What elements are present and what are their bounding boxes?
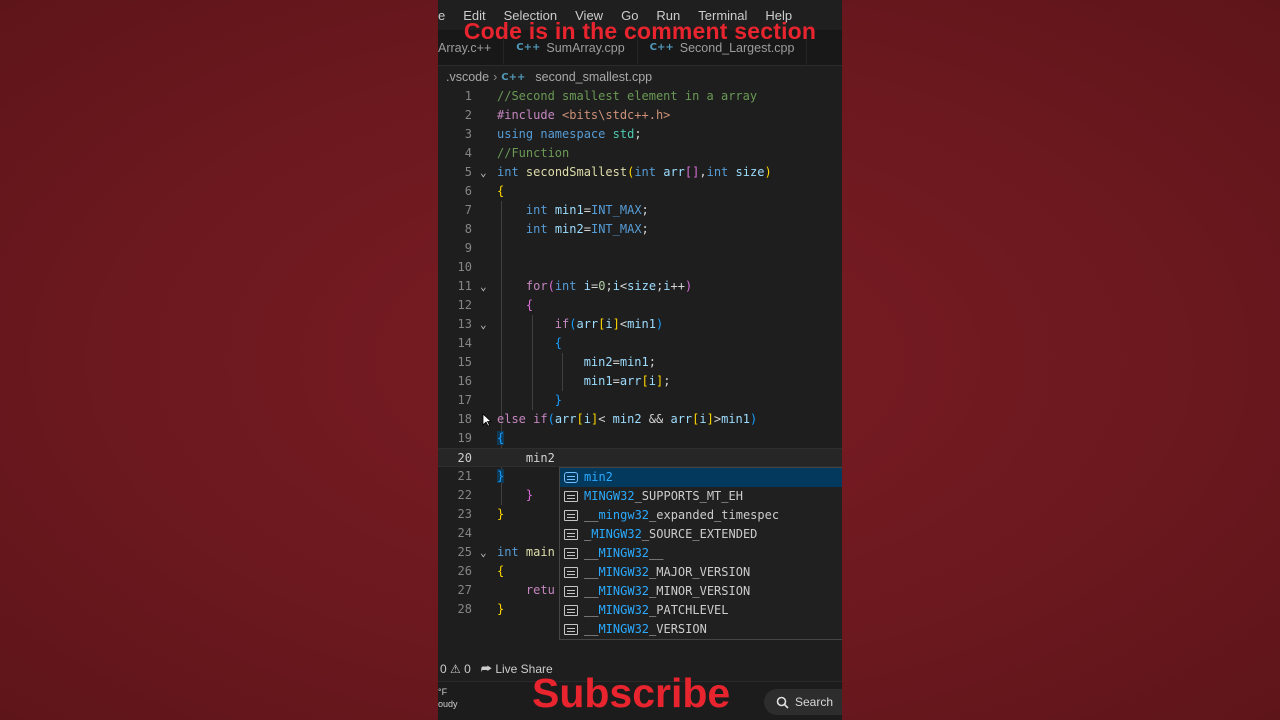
line-number: 7 <box>464 203 472 217</box>
code-line: 11 ⌄ for(int i=0;i<size;i++) <box>438 277 842 296</box>
taskbar-search[interactable]: Search <box>764 689 842 715</box>
live-share-icon: ⮫ <box>480 661 496 676</box>
suggestion-item[interactable]: __MINGW32_VERSION <box>560 620 842 639</box>
chevron-right-icon: › <box>493 70 498 84</box>
line-number: 9 <box>464 241 472 255</box>
warning-icon: ⚠ <box>450 662 465 676</box>
struct-icon <box>564 510 578 521</box>
text-icon <box>564 567 578 578</box>
problems-indicator[interactable]: 0 ⚠ 0 <box>440 662 471 676</box>
cpp-icon: C++ <box>501 71 526 83</box>
code-line: 16 min1=arr[i]; <box>438 372 842 391</box>
code-line: 17 } <box>438 391 842 410</box>
line-number: 8 <box>464 222 472 236</box>
suggestion-item[interactable]: _MINGW32_SOURCE_EXTENDED <box>560 525 842 544</box>
autocomplete-popup: min2 MINGW32_SUPPORTS_MT_EH __mingw32_expa… <box>559 467 842 640</box>
line-number: 25 <box>457 545 472 559</box>
line-number: 5 <box>464 165 472 179</box>
line-number: 26 <box>457 564 472 578</box>
suggestion-label: __MINGW32_MINOR_VERSION <box>584 584 751 598</box>
line-number: 11 <box>457 279 472 293</box>
line-number: 10 <box>457 260 472 274</box>
code-line: 12 { <box>438 296 842 315</box>
suggestion-item[interactable]: __mingw32_expanded_timespec <box>560 506 842 525</box>
overlay-caption: Code is in the comment section <box>463 18 817 44</box>
suggestion-label: __MINGW32_VERSION <box>584 622 707 636</box>
line-number: 3 <box>464 127 472 141</box>
weather-widget[interactable]: °F oudy <box>438 686 458 710</box>
suggestion-label: _MINGW32_SOURCE_EXTENDED <box>584 527 758 541</box>
suggestion-item[interactable]: min2 <box>560 468 842 487</box>
weather-condition: oudy <box>438 699 458 709</box>
code-line: 19{ <box>438 429 842 448</box>
code-line: 10 <box>438 258 842 277</box>
fold-chevron-icon[interactable]: ⌄ <box>480 543 492 562</box>
line-number: 23 <box>457 507 472 521</box>
line-number: 2 <box>464 108 472 122</box>
breadcrumb: .vscode › C++ second_smallest.cpp <box>438 66 842 88</box>
code-line-active: 20 min2 <box>438 448 842 467</box>
warning-count: 0 <box>464 662 471 676</box>
text-icon <box>564 548 578 559</box>
code-line: 9 <box>438 239 842 258</box>
text-icon <box>564 529 578 540</box>
search-icon <box>776 696 789 709</box>
line-number: 24 <box>457 526 472 540</box>
text-icon <box>564 491 578 502</box>
suggestion-label: __MINGW32_MAJOR_VERSION <box>584 565 751 579</box>
code-line: 14 { <box>438 334 842 353</box>
line-number: 21 <box>457 469 472 483</box>
code-line: 8 int min2=INT_MAX; <box>438 220 842 239</box>
suggestion-label: MINGW32_SUPPORTS_MT_EH <box>584 489 743 503</box>
breadcrumb-file[interactable]: second_smallest.cpp <box>535 70 652 84</box>
line-number: 22 <box>457 488 472 502</box>
line-number: 16 <box>457 374 472 388</box>
suggestion-item[interactable]: MINGW32_SUPPORTS_MT_EH <box>560 487 842 506</box>
code-line: 18 else if(arr[i]< min2 && arr[i]>min1) <box>438 410 842 429</box>
variable-icon <box>564 472 578 483</box>
code-line: 2 #include <bits\stdc++.h> <box>438 106 842 125</box>
fold-chevron-icon[interactable]: ⌄ <box>480 163 492 182</box>
suggestion-item[interactable]: __MINGW32__ <box>560 544 842 563</box>
line-number: 17 <box>457 393 472 407</box>
code-line: 3 using namespace std; <box>438 125 842 144</box>
line-number: 20 <box>457 451 472 465</box>
line-number: 19 <box>457 431 472 445</box>
code-line: 15 min2=min1; <box>438 353 842 372</box>
line-number: 18 <box>457 412 472 426</box>
mouse-pointer-icon <box>482 413 492 427</box>
fold-chevron-icon[interactable]: ⌄ <box>480 277 492 296</box>
line-number: 12 <box>457 298 472 312</box>
line-number: 6 <box>464 184 472 198</box>
code-line: 5 ⌄ int secondSmallest(int arr[],int size) <box>438 163 842 182</box>
line-number: 1 <box>464 89 472 103</box>
taskbar-search-label: Search <box>795 695 834 709</box>
breadcrumb-folder[interactable]: .vscode <box>446 70 489 84</box>
suggestion-item[interactable]: __MINGW32_MINOR_VERSION <box>560 582 842 601</box>
suggestion-label: __MINGW32_PATCHLEVEL <box>584 603 729 617</box>
weather-temp: °F <box>438 687 448 697</box>
line-number: 4 <box>464 146 472 160</box>
code-line: 6{ <box>438 182 842 201</box>
line-number: 27 <box>457 583 472 597</box>
line-number: 14 <box>457 336 472 350</box>
suggestion-label: __MINGW32__ <box>584 546 664 560</box>
text-icon <box>564 624 578 635</box>
suggestion-label: __mingw32_expanded_timespec <box>584 508 780 522</box>
line-number: 28 <box>457 602 472 616</box>
error-count: 0 <box>440 662 447 676</box>
text-icon <box>564 586 578 597</box>
line-number: 15 <box>457 355 472 369</box>
code-line: 7 int min1=INT_MAX; <box>438 201 842 220</box>
suggestion-item[interactable]: __MINGW32_MAJOR_VERSION <box>560 563 842 582</box>
code-line: 1//Second smallest element in a array <box>438 87 842 106</box>
code-line: 4//Function <box>438 144 842 163</box>
line-number: 13 <box>457 317 472 331</box>
suggestion-item[interactable]: __MINGW32_PATCHLEVEL <box>560 601 842 620</box>
subscribe-overlay: Subscribe <box>532 670 731 716</box>
code-line: 13 ⌄ if(arr[i]<min1) <box>438 315 842 334</box>
fold-chevron-icon[interactable]: ⌄ <box>480 315 492 334</box>
text-icon <box>564 605 578 616</box>
suggestion-label: min2 <box>584 470 613 484</box>
